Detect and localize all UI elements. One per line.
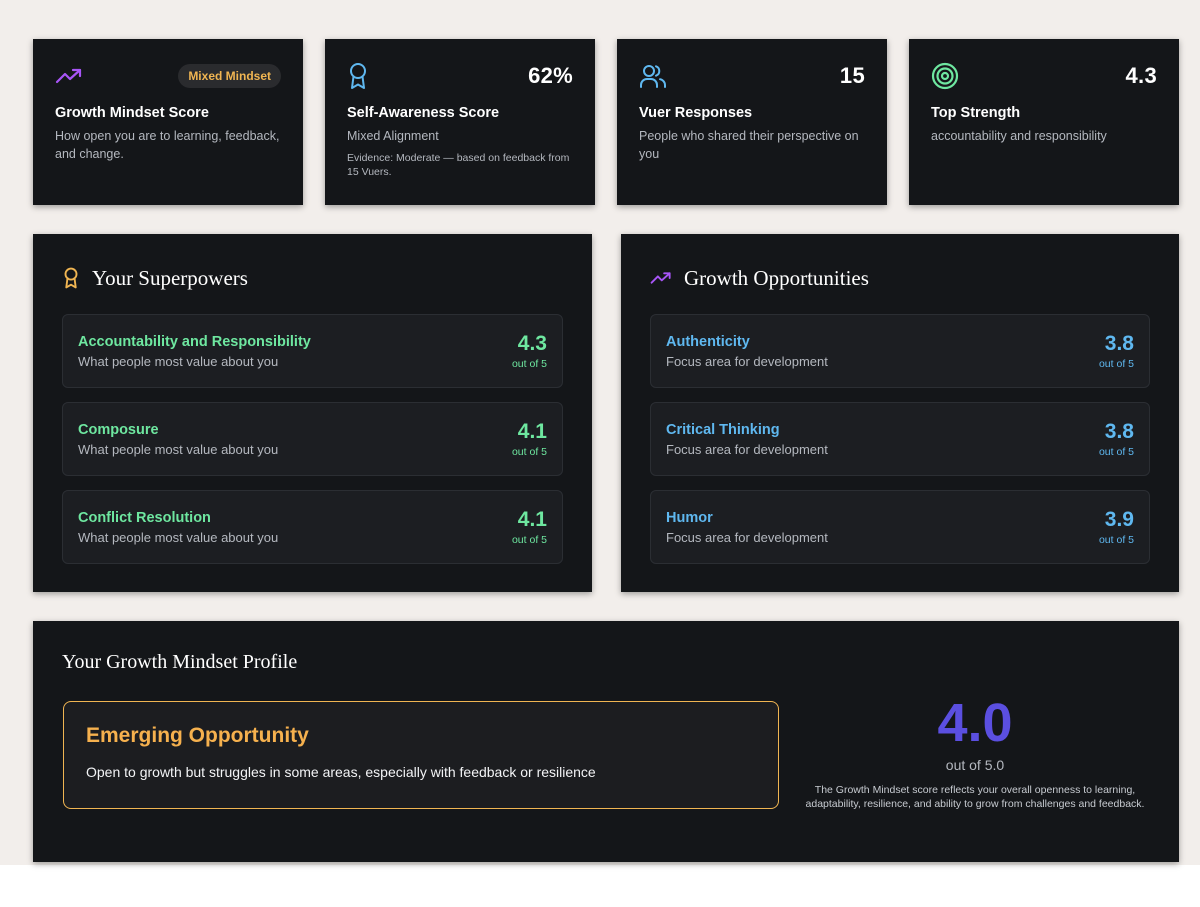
card-title: Growth Mindset Score [55,105,209,121]
level-name: Emerging Opportunity [86,724,309,747]
item-score-unit: out of 5 [511,534,547,546]
panel-title: Growth Opportunities [684,265,869,290]
overall-score-description: The Growth Mindset score reflects your o… [805,784,1145,810]
target-icon [931,62,959,90]
card-title: Top Strength [931,105,1021,121]
list-item: Accountability and Responsibility What p… [62,314,563,388]
superpowers-panel: Your Superpowers Accountability and Resp… [33,234,592,592]
item-name: Humor [666,509,713,526]
card-subtitle: How open you are to learning, feedback, … [55,129,280,161]
item-name: Conflict Resolution [78,509,211,526]
item-name: Authenticity [666,333,750,350]
growth-mindset-card: Mixed Mindset Growth Mindset Score How o… [33,39,303,205]
item-score-unit: out of 5 [1098,358,1134,370]
item-score-unit: out of 5 [1098,534,1134,546]
list-item: Composure What people most value about y… [62,402,563,476]
trending-up-icon [55,66,83,86]
overall-score-unit: out of 5.0 [945,757,1005,773]
responses-value: 15 [839,63,865,88]
top-strength-card: 4.3 Top Strength accountability and resp… [909,39,1179,205]
award-icon [62,267,80,289]
strength-value: 4.3 [1125,63,1157,88]
item-desc: What people most value about you [78,441,279,457]
mindset-badge: Mixed Mindset [178,64,281,88]
card-title: Vuer Responses [639,105,753,121]
level-description: Open to growth but struggles in some are… [86,764,596,780]
list-item: Critical Thinking Focus area for develop… [650,402,1150,476]
overall-score: 4.0 out of 5.0 The Growth Mindset score … [795,691,1155,811]
item-desc: Focus area for development [666,529,828,545]
award-icon [347,62,369,90]
item-desc: Focus area for development [666,441,828,457]
item-score: 3.8 [1104,332,1134,355]
list-item: Authenticity Focus area for development … [650,314,1150,388]
item-score-unit: out of 5 [511,446,547,458]
item-desc: Focus area for development [666,353,828,369]
trending-up-icon [650,270,672,286]
evidence-text: Evidence: Moderate — based on feedback f… [347,152,570,178]
item-desc: What people most value about you [78,529,279,545]
self-awareness-card: 62% Self-Awareness Score Mixed Alignment… [325,39,595,205]
item-name: Critical Thinking [666,421,780,438]
card-subtitle: People who shared their perspective on y… [639,129,859,161]
item-name: Accountability and Responsibility [78,333,311,350]
vuer-responses-card: 15 Vuer Responses People who shared thei… [617,39,887,205]
panel-title: Your Superpowers [92,265,248,290]
level-card: Emerging Opportunity Open to growth but … [63,701,779,809]
item-score: 3.9 [1104,508,1134,531]
awareness-value: 62% [528,63,573,88]
item-score-unit: out of 5 [511,358,547,370]
profile-title: Your Growth Mindset Profile [62,651,298,673]
item-desc: What people most value about you [78,353,279,369]
item-name: Composure [78,421,159,438]
list-item: Humor Focus area for development 3.9 out… [650,490,1150,564]
item-score: 4.1 [517,508,547,531]
growth-opportunities-panel: Growth Opportunities Authenticity Focus … [621,234,1179,592]
card-subtitle: accountability and responsibility [931,129,1107,143]
growth-mindset-profile: Your Growth Mindset Profile Emerging Opp… [33,621,1179,862]
card-subtitle: Mixed Alignment [347,129,439,143]
item-score: 4.3 [517,332,547,355]
card-title: Self-Awareness Score [347,105,500,121]
users-icon [639,63,667,89]
item-score: 4.1 [517,420,547,443]
overall-score-value: 4.0 [937,693,1013,753]
list-item: Conflict Resolution What people most val… [62,490,563,564]
item-score-unit: out of 5 [1098,446,1134,458]
item-score: 3.8 [1104,420,1134,443]
